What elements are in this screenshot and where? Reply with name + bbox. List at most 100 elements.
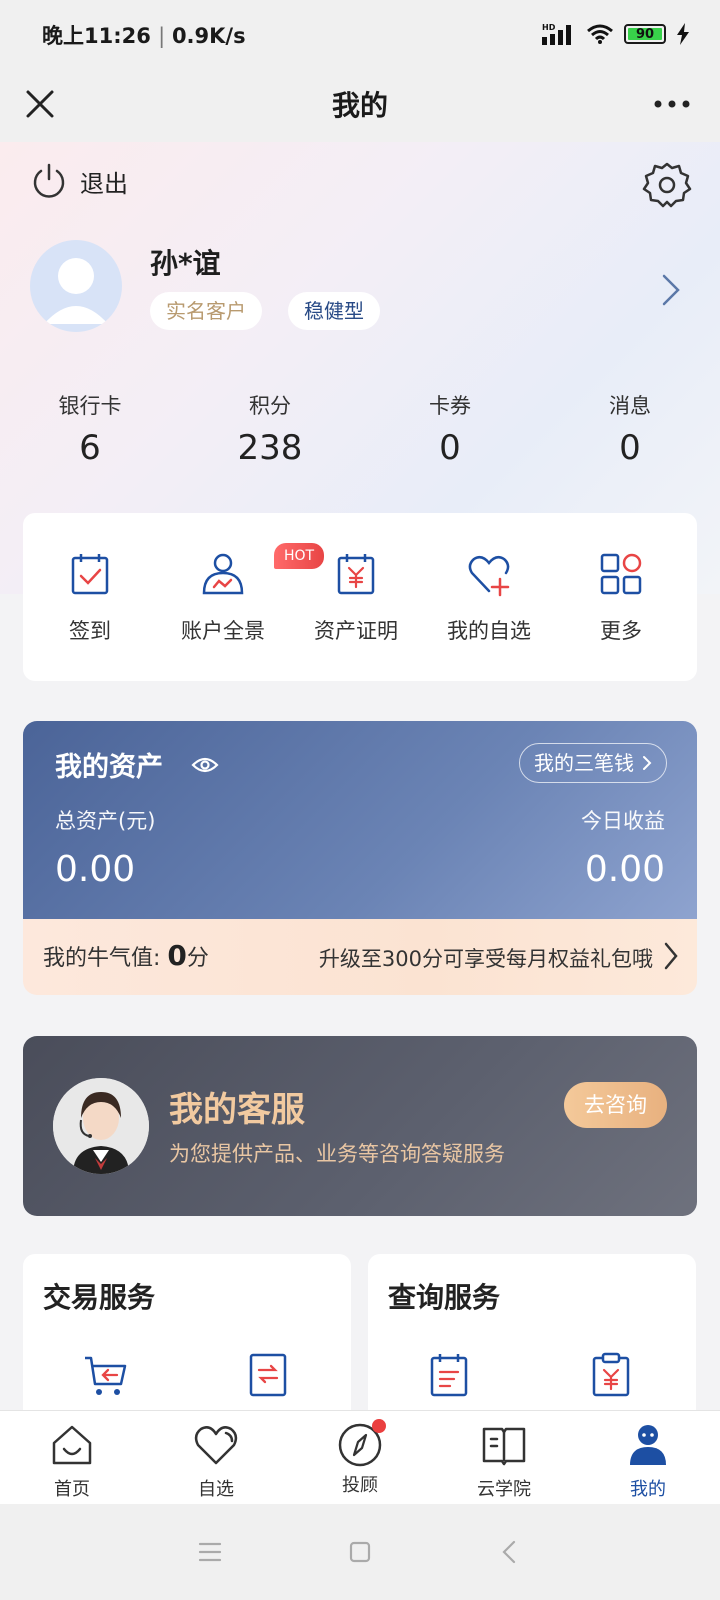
bull-label: 我的牛气值: xyxy=(43,946,161,971)
gear-icon[interactable] xyxy=(642,160,692,210)
nav-label: 投顾 xyxy=(342,1475,378,1496)
nav-home[interactable]: 首页 xyxy=(22,1421,122,1501)
menu-icon[interactable] xyxy=(192,1534,228,1570)
quick-action-checkin[interactable]: 签到 xyxy=(30,551,150,645)
account-stats: 银行卡 6 积分 238 卡券 0 消息 0 xyxy=(0,390,720,470)
agent-avatar xyxy=(53,1078,149,1174)
quick-action-account-overview[interactable]: 账户全景 xyxy=(163,551,283,645)
logout-button[interactable]: 退出 xyxy=(30,162,128,200)
power-icon xyxy=(33,163,65,198)
wifi-icon xyxy=(587,24,613,44)
quick-action-label: 资产证明 xyxy=(314,619,398,643)
quick-action-label: 账户全景 xyxy=(181,619,265,643)
verified-tag: 实名客户 xyxy=(150,292,262,330)
list-document-icon[interactable] xyxy=(426,1352,472,1398)
heart-plus-icon xyxy=(468,555,510,597)
grid-icon xyxy=(600,553,642,595)
quick-action-watchlist[interactable]: 我的自选 xyxy=(429,551,549,645)
quick-action-more[interactable]: 更多 xyxy=(561,551,681,645)
chevron-right-icon xyxy=(643,756,652,770)
calendar-check-icon xyxy=(71,554,109,595)
three-money-button[interactable]: 我的三笔钱 xyxy=(519,743,667,783)
yuan-certificate-icon xyxy=(337,554,375,595)
today-income-label: 今日收益 xyxy=(581,809,665,833)
stat-value: 0 xyxy=(439,428,461,468)
three-money-label: 我的三笔钱 xyxy=(534,751,634,775)
quick-action-asset-proof[interactable]: 资产证明 xyxy=(296,551,416,645)
bull-upgrade-text: 升级至300分可享受每月权益礼包哦 xyxy=(318,947,653,971)
quick-actions: 签到 账户全景 HOT 资产证明 我的自选 更多 xyxy=(23,513,697,681)
page-title: 我的 xyxy=(331,89,388,122)
person-icon xyxy=(630,1425,666,1465)
book-icon xyxy=(482,1427,526,1466)
query-services-title: 查询服务 xyxy=(388,1281,501,1314)
stat-label: 银行卡 xyxy=(58,394,122,418)
heart-icon xyxy=(194,1426,238,1465)
stat-value: 238 xyxy=(237,428,303,468)
stat-messages[interactable]: 消息 0 xyxy=(560,390,700,468)
bull-unit: 分 xyxy=(186,946,209,971)
chevron-right-icon[interactable] xyxy=(660,272,682,308)
bottom-navigation: 首页 自选 投顾 云学院 我的 xyxy=(0,1410,720,1504)
bull-score: 我的牛气值: 0分 xyxy=(43,939,209,972)
nav-watchlist[interactable]: 自选 xyxy=(166,1421,266,1501)
title-bar: 我的 xyxy=(0,68,720,142)
nav-label: 云学院 xyxy=(477,1479,531,1500)
status-bar: 晚上11:26 | 0.9K/s HD 90 xyxy=(0,0,720,68)
compass-wrapper xyxy=(336,1419,386,1469)
customer-service-subtitle: 为您提供产品、业务等咨询答疑服务 xyxy=(169,1142,505,1166)
cart-return-icon[interactable] xyxy=(83,1352,129,1398)
nav-advisor[interactable]: 投顾 xyxy=(310,1419,410,1497)
stat-label: 积分 xyxy=(249,394,291,418)
transfer-doc-icon[interactable] xyxy=(245,1352,291,1398)
stat-value: 6 xyxy=(79,428,101,468)
customer-service-title: 我的客服 xyxy=(169,1090,305,1130)
quick-action-label: 签到 xyxy=(69,619,111,643)
charging-icon xyxy=(677,23,689,45)
assets-card[interactable]: 我的资产 我的三笔钱 总资产(元) 0.00 今日收益 0.00 xyxy=(23,721,697,919)
nav-academy[interactable]: 云学院 xyxy=(454,1421,554,1501)
back-icon[interactable] xyxy=(492,1534,528,1570)
status-icons: HD 90 xyxy=(542,20,690,48)
home-icon xyxy=(52,1425,92,1465)
user-chart-icon xyxy=(202,553,244,595)
stat-label: 卡券 xyxy=(429,394,471,418)
stat-points[interactable]: 积分 238 xyxy=(200,390,340,468)
svg-text:HD: HD xyxy=(542,23,556,32)
nav-label: 自选 xyxy=(198,1479,234,1500)
stat-coupons[interactable]: 卡券 0 xyxy=(380,390,520,468)
nav-mine[interactable]: 我的 xyxy=(598,1421,698,1501)
quick-action-label: 更多 xyxy=(600,619,642,643)
stat-bank-cards[interactable]: 银行卡 6 xyxy=(20,390,160,468)
clock: 晚上11:26 xyxy=(42,24,151,48)
total-assets-value: 0.00 xyxy=(55,849,136,890)
avatar[interactable] xyxy=(30,240,122,332)
risk-level-tag[interactable]: 稳健型 xyxy=(288,292,380,330)
home-square-icon[interactable] xyxy=(342,1534,378,1570)
yuan-clipboard-icon[interactable] xyxy=(588,1352,634,1398)
quick-action-label: 我的自选 xyxy=(447,619,531,643)
nav-label: 我的 xyxy=(630,1479,666,1500)
bull-score-bar[interactable]: 我的牛气值: 0分 升级至300分可享受每月权益礼包哦 xyxy=(23,919,697,995)
logout-label: 退出 xyxy=(80,169,128,198)
status-time: 晚上11:26 | 0.9K/s xyxy=(42,24,246,48)
default-avatar-icon xyxy=(44,258,108,324)
battery-level: 90 xyxy=(635,26,655,42)
battery-icon: 90 xyxy=(624,24,666,44)
eye-icon[interactable] xyxy=(191,755,219,775)
network-speed: 0.9K/s xyxy=(171,24,246,48)
consult-button[interactable]: 去咨询 xyxy=(564,1082,667,1128)
trade-services-title: 交易服务 xyxy=(43,1281,156,1314)
customer-service-card[interactable]: 我的客服 为您提供产品、业务等咨询答疑服务 去咨询 xyxy=(23,1036,697,1216)
nav-label: 首页 xyxy=(54,1479,90,1500)
system-navigation xyxy=(0,1504,720,1600)
notification-dot xyxy=(372,1419,386,1433)
total-assets-label: 总资产(元) xyxy=(55,809,156,833)
user-name: 孙*谊 xyxy=(150,247,221,280)
more-options-icon[interactable] xyxy=(652,88,692,120)
signal-icon: HD xyxy=(542,23,571,45)
assets-title: 我的资产 xyxy=(55,752,163,783)
bull-score-value: 0 xyxy=(167,939,187,972)
stat-label: 消息 xyxy=(609,394,651,418)
chevron-right-icon xyxy=(664,942,678,970)
